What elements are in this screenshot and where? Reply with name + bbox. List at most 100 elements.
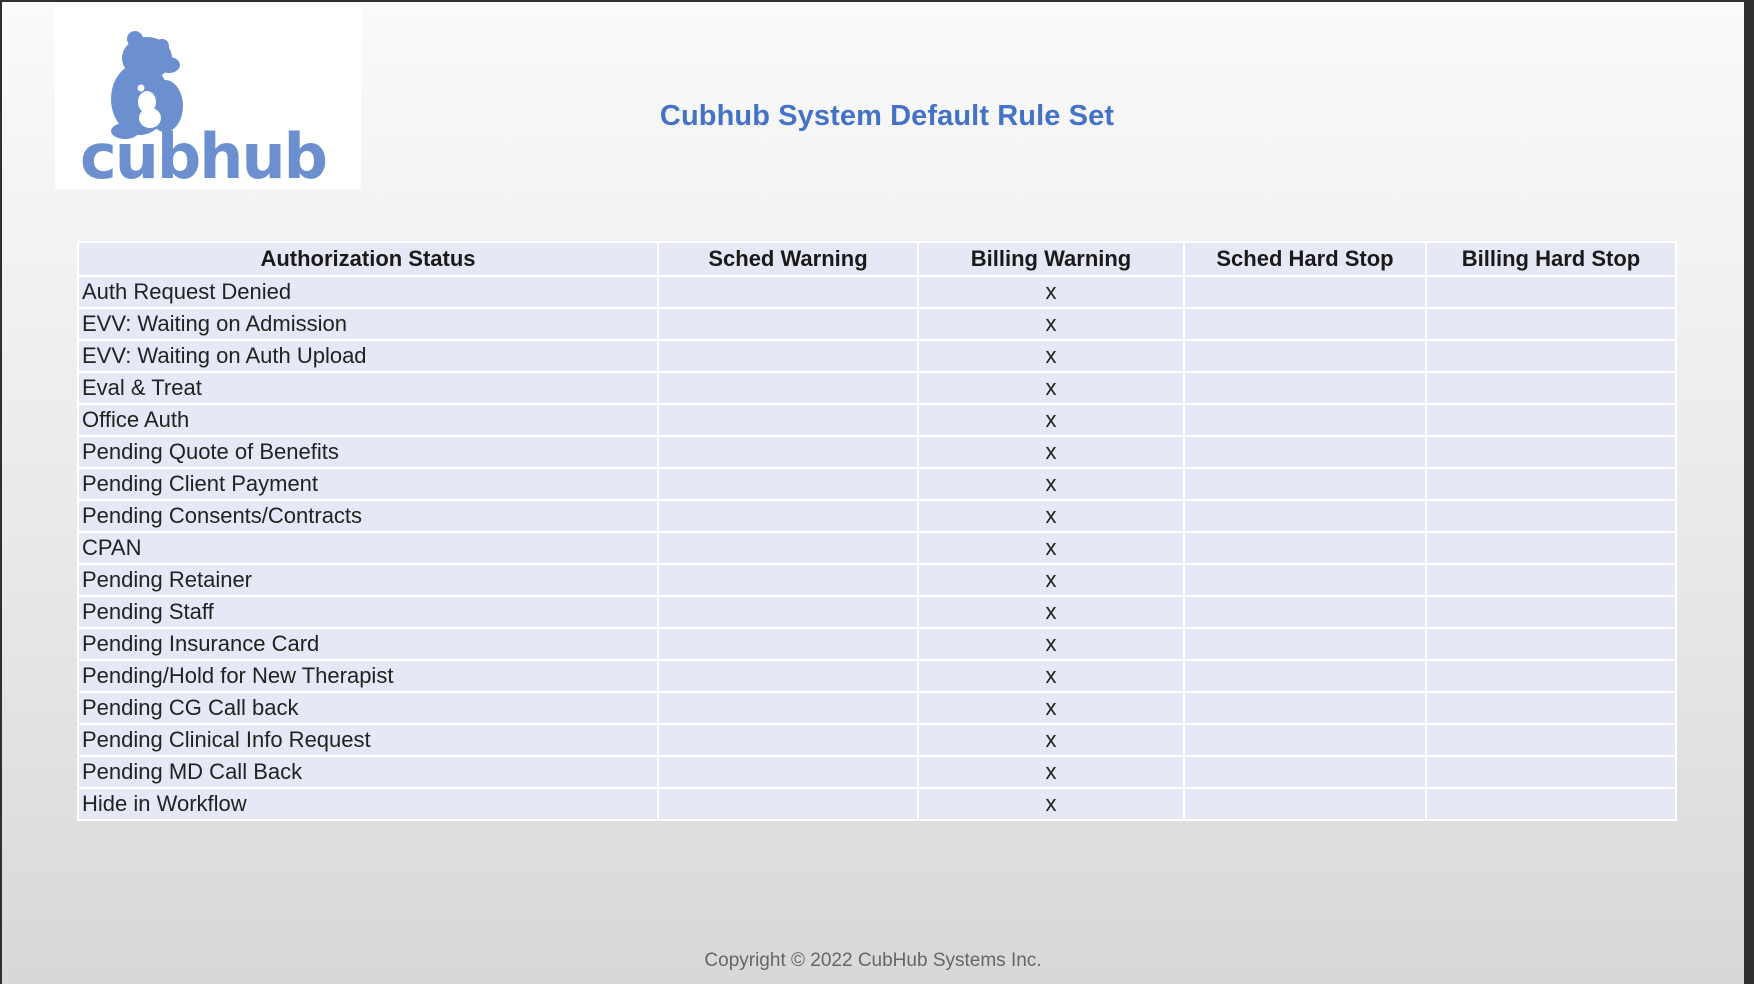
table-row: Pending Client Payment x xyxy=(77,467,1677,501)
table-row: Pending/Hold for New Therapist x xyxy=(77,659,1677,693)
cell-sched-hard-stop xyxy=(1183,307,1427,341)
cell-billing-warning: x xyxy=(917,787,1185,821)
cell-sched-warning xyxy=(657,307,919,341)
cell-sched-hard-stop xyxy=(1183,371,1427,405)
cell-billing-hard-stop xyxy=(1425,595,1677,629)
cell-authorization-status: Office Auth xyxy=(77,403,659,437)
cell-billing-warning: x xyxy=(917,595,1185,629)
cell-billing-hard-stop xyxy=(1425,659,1677,693)
cell-billing-warning: x xyxy=(917,403,1185,437)
cell-sched-warning xyxy=(657,691,919,725)
cell-sched-warning xyxy=(657,563,919,597)
cell-sched-hard-stop xyxy=(1183,339,1427,373)
table-row: Pending Insurance Card x xyxy=(77,627,1677,661)
column-header-sched-hard-stop: Sched Hard Stop xyxy=(1183,241,1427,277)
cell-authorization-status: Pending MD Call Back xyxy=(77,755,659,789)
cell-sched-hard-stop xyxy=(1183,435,1427,469)
cell-billing-hard-stop xyxy=(1425,691,1677,725)
cell-billing-warning: x xyxy=(917,755,1185,789)
cell-sched-hard-stop xyxy=(1183,467,1427,501)
table-row: Pending MD Call Back x xyxy=(77,755,1677,789)
cell-billing-hard-stop xyxy=(1425,371,1677,405)
cell-billing-hard-stop xyxy=(1425,467,1677,501)
cell-billing-warning: x xyxy=(917,659,1185,693)
cell-sched-warning xyxy=(657,499,919,533)
table-row: Auth Request Denied x xyxy=(77,275,1677,309)
table-row: Pending CG Call back x xyxy=(77,691,1677,725)
cell-sched-warning xyxy=(657,627,919,661)
table-row: CPAN x xyxy=(77,531,1677,565)
cell-billing-warning: x xyxy=(917,275,1185,309)
cell-billing-hard-stop xyxy=(1425,563,1677,597)
page-title: Cubhub System Default Rule Set xyxy=(659,100,1115,132)
cell-sched-warning xyxy=(657,275,919,309)
cell-sched-hard-stop xyxy=(1183,787,1427,821)
cell-sched-warning xyxy=(657,787,919,821)
table-row: Pending Staff x xyxy=(77,595,1677,629)
cell-billing-hard-stop xyxy=(1425,339,1677,373)
rule-set-table-container: Authorization Status Sched Warning Billi… xyxy=(77,241,1677,821)
cell-billing-warning: x xyxy=(917,531,1185,565)
cell-sched-hard-stop xyxy=(1183,595,1427,629)
cell-sched-warning xyxy=(657,339,919,373)
cell-billing-warning: x xyxy=(917,563,1185,597)
cell-sched-warning xyxy=(657,723,919,757)
rule-set-table: Authorization Status Sched Warning Billi… xyxy=(77,241,1677,821)
table-row: Office Auth x xyxy=(77,403,1677,437)
cell-sched-warning xyxy=(657,659,919,693)
cell-billing-hard-stop xyxy=(1425,723,1677,757)
cell-billing-hard-stop xyxy=(1425,755,1677,789)
cell-billing-hard-stop xyxy=(1425,435,1677,469)
table-row: EVV: Waiting on Auth Upload x xyxy=(77,339,1677,373)
cell-authorization-status: Eval & Treat xyxy=(77,371,659,405)
copyright-footer: Copyright © 2022 CubHub Systems Inc. xyxy=(704,950,1042,971)
cell-billing-warning: x xyxy=(917,339,1185,373)
cell-sched-hard-stop xyxy=(1183,563,1427,597)
cell-sched-hard-stop xyxy=(1183,403,1427,437)
cell-authorization-status: Pending Client Payment xyxy=(77,467,659,501)
cell-sched-warning xyxy=(657,531,919,565)
cell-billing-warning: x xyxy=(917,467,1185,501)
cell-billing-warning: x xyxy=(917,627,1185,661)
slide: cubhub Cubhub System Default Rule Set Au… xyxy=(2,2,1744,984)
cell-billing-warning: x xyxy=(917,723,1185,757)
cell-billing-hard-stop xyxy=(1425,307,1677,341)
cell-billing-hard-stop xyxy=(1425,787,1677,821)
table-row: Pending Clinical Info Request x xyxy=(77,723,1677,757)
cubhub-logo: cubhub xyxy=(55,6,361,189)
cell-sched-warning xyxy=(657,435,919,469)
cell-authorization-status: Pending Insurance Card xyxy=(77,627,659,661)
cell-authorization-status: Pending/Hold for New Therapist xyxy=(77,659,659,693)
column-header-authorization-status: Authorization Status xyxy=(77,241,659,277)
cell-billing-warning: x xyxy=(917,499,1185,533)
table-row: Pending Consents/Contracts x xyxy=(77,499,1677,533)
cell-sched-hard-stop xyxy=(1183,499,1427,533)
cell-authorization-status: EVV: Waiting on Auth Upload xyxy=(77,339,659,373)
logo-wordmark: cubhub xyxy=(80,120,326,189)
cell-billing-hard-stop xyxy=(1425,627,1677,661)
cell-billing-warning: x xyxy=(917,371,1185,405)
cell-authorization-status: EVV: Waiting on Admission xyxy=(77,307,659,341)
table-row: Hide in Workflow x xyxy=(77,787,1677,821)
cell-authorization-status: Pending Quote of Benefits xyxy=(77,435,659,469)
cell-authorization-status: Pending Consents/Contracts xyxy=(77,499,659,533)
cell-billing-warning: x xyxy=(917,307,1185,341)
column-header-billing-warning: Billing Warning xyxy=(917,241,1185,277)
table-row: Pending Retainer x xyxy=(77,563,1677,597)
table-row: EVV: Waiting on Admission x xyxy=(77,307,1677,341)
cell-sched-warning xyxy=(657,755,919,789)
cell-billing-warning: x xyxy=(917,435,1185,469)
cell-authorization-status: Pending Staff xyxy=(77,595,659,629)
cell-billing-hard-stop xyxy=(1425,499,1677,533)
cell-sched-hard-stop xyxy=(1183,275,1427,309)
table-row: Pending Quote of Benefits x xyxy=(77,435,1677,469)
cell-authorization-status: Pending CG Call back xyxy=(77,691,659,725)
cell-billing-warning: x xyxy=(917,691,1185,725)
cell-sched-warning xyxy=(657,371,919,405)
table-header-row: Authorization Status Sched Warning Billi… xyxy=(77,241,1677,277)
cell-authorization-status: Auth Request Denied xyxy=(77,275,659,309)
cell-sched-warning xyxy=(657,403,919,437)
cell-sched-hard-stop xyxy=(1183,531,1427,565)
column-header-sched-warning: Sched Warning xyxy=(657,241,919,277)
cell-sched-hard-stop xyxy=(1183,691,1427,725)
